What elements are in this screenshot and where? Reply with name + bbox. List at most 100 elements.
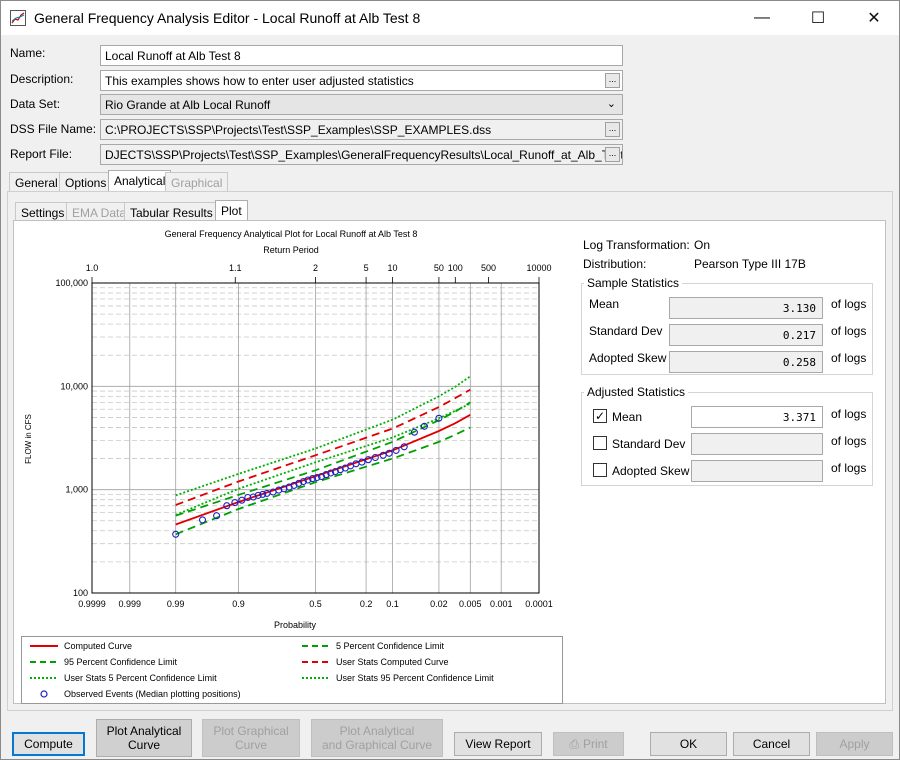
- distribution-label: Distribution:: [583, 257, 647, 271]
- adjusted-std-dev-checkbox[interactable]: [593, 436, 607, 450]
- ok-button[interactable]: OK: [650, 732, 727, 756]
- legend-5-percent-limit: 5 Percent Confidence Limit: [302, 641, 444, 651]
- legend-label: Observed Events (Median plotting positio…: [64, 689, 241, 699]
- title-bar[interactable]: General Frequency Analysis Editor - Loca…: [1, 1, 899, 35]
- y-axis-label: FLOW in CFS: [24, 414, 33, 464]
- dataset-label: Data Set:: [10, 97, 61, 111]
- frequency-chart[interactable]: General Frequency Analytical Plot for Lo…: [15, 223, 565, 635]
- button-line: Plot Graphical: [213, 724, 289, 738]
- description-browse-button[interactable]: ...: [605, 73, 620, 88]
- adjusted-skew-checkbox[interactable]: [593, 463, 607, 477]
- chevron-down-icon: ⌄: [606, 98, 616, 110]
- adjusted-mean-checkbox[interactable]: ✓: [593, 409, 607, 423]
- description-input[interactable]: This examples shows how to enter user ad…: [100, 70, 623, 91]
- legend-label: Computed Curve: [64, 641, 133, 651]
- minimize-icon: —: [754, 9, 770, 26]
- plot-analytical-graphical-button: Plot Analytical and Graphical Curve: [311, 719, 443, 757]
- adjusted-std-dev-units: of logs: [831, 434, 867, 448]
- return-period-tick-label: 5: [364, 263, 369, 273]
- tab-analytical[interactable]: Analytical: [108, 170, 172, 192]
- report-browse-button[interactable]: ...: [605, 147, 620, 162]
- return-period-tick-label: 1.1: [229, 263, 242, 273]
- dataset-value: Rio Grande at Alb Local Runoff: [105, 98, 271, 112]
- adjusted-skew-label: Adopted Skew: [612, 464, 690, 478]
- minimize-button[interactable]: —: [739, 1, 785, 35]
- legend-swatch: [30, 645, 58, 647]
- x-tick-label: 0.005: [459, 599, 482, 609]
- return-period-tick-label: 500: [481, 263, 496, 273]
- adjusted-mean-input[interactable]: 3.371: [691, 406, 823, 428]
- legend-swatch: [302, 645, 330, 647]
- series-line-3: [175, 426, 471, 536]
- x-tick-label: 0.2: [360, 599, 373, 609]
- dss-file-text: C:\PROJECTS\SSP\Projects\Test\SSP_Exampl…: [105, 123, 492, 137]
- log-transform-value: On: [694, 238, 711, 252]
- x-tick-label: 0.9999: [78, 599, 106, 609]
- x-tick-label: 0.9: [232, 599, 245, 609]
- plot-graphical-button: Plot Graphical Curve: [202, 719, 300, 757]
- adjusted-statistics-title: Adjusted Statistics: [584, 385, 689, 399]
- series-line-6: [175, 402, 471, 516]
- maximize-button[interactable]: ☐: [795, 1, 841, 35]
- x-tick-label: 0.001: [490, 599, 513, 609]
- report-file-input[interactable]: DJECTS\SSP\Projects\Test\SSP_Examples\Ge…: [100, 144, 623, 165]
- apply-button: Apply: [816, 732, 893, 756]
- adjusted-mean-label: Mean: [612, 410, 643, 424]
- button-line: Plot Analytical: [106, 724, 182, 738]
- dataset-select[interactable]: Rio Grande at Alb Local Runoff ⌄: [100, 94, 623, 115]
- tab-general[interactable]: General: [9, 172, 64, 192]
- mean-units: of logs: [831, 297, 867, 311]
- return-period-label: Return Period: [263, 245, 319, 255]
- button-line: Curve: [127, 738, 160, 752]
- print-label: Print: [582, 737, 608, 751]
- y-tick-label: 100,000: [55, 278, 88, 288]
- std-dev-label: Standard Dev: [589, 324, 663, 338]
- y-tick-label: 1,000: [65, 485, 88, 495]
- plot-analytical-button[interactable]: Plot Analytical Curve: [96, 719, 192, 757]
- x-tick-label: 0.99: [167, 599, 185, 609]
- std-dev-value: 0.217: [669, 324, 823, 346]
- y-tick-label: 10,000: [60, 381, 88, 391]
- subtab-plot[interactable]: Plot: [215, 200, 248, 222]
- legend-swatch: [30, 677, 58, 679]
- skew-label: Adopted Skew: [589, 351, 667, 365]
- legend-user-5-percent-limit: User Stats 5 Percent Confidence Limit: [30, 673, 217, 683]
- report-file-label: Report File:: [10, 147, 73, 161]
- std-dev-units: of logs: [831, 324, 867, 338]
- legend-label: User Stats 5 Percent Confidence Limit: [64, 673, 217, 683]
- observed-point: [198, 516, 207, 524]
- description-text: This examples shows how to enter user ad…: [105, 74, 414, 88]
- subtab-settings[interactable]: Settings: [15, 202, 71, 222]
- skew-units: of logs: [831, 351, 867, 365]
- dss-browse-button[interactable]: ...: [605, 122, 620, 137]
- legend-swatch: [302, 661, 330, 663]
- compute-button[interactable]: Compute: [12, 732, 85, 756]
- description-label: Description:: [10, 72, 74, 86]
- report-file-text: DJECTS\SSP\Projects\Test\SSP_Examples\Ge…: [105, 148, 623, 162]
- cancel-button[interactable]: Cancel: [733, 732, 810, 756]
- chart-legend: Computed Curve 5 Percent Confidence Limi…: [21, 636, 563, 704]
- return-period-tick-label: 1.0: [86, 263, 99, 273]
- legend-label: User Stats 95 Percent Confidence Limit: [336, 673, 494, 683]
- legend-label: 5 Percent Confidence Limit: [336, 641, 445, 651]
- x-tick-label: 0.5: [309, 599, 322, 609]
- dss-file-input[interactable]: C:\PROJECTS\SSP\Projects\Test\SSP_Exampl…: [100, 119, 623, 140]
- editor-window: General Frequency Analysis Editor - Loca…: [0, 0, 900, 760]
- skew-value: 0.258: [669, 351, 823, 373]
- name-input[interactable]: Local Runoff at Alb Test 8: [100, 45, 623, 66]
- adjusted-std-dev-input[interactable]: [691, 433, 823, 455]
- x-tick-label: 0.1: [386, 599, 399, 609]
- tab-graphical: Graphical: [165, 172, 229, 192]
- view-report-button[interactable]: View Report: [454, 732, 542, 756]
- tab-options[interactable]: Options: [59, 172, 113, 192]
- adjusted-std-dev-label: Standard Dev: [612, 437, 686, 451]
- legend-95-percent-limit: 95 Percent Confidence Limit: [30, 657, 177, 667]
- chart-title: General Frequency Analytical Plot for Lo…: [165, 229, 418, 239]
- legend-label: 95 Percent Confidence Limit: [64, 657, 178, 667]
- adjusted-skew-input[interactable]: [691, 460, 823, 482]
- printer-icon: ⎙: [569, 737, 579, 751]
- button-line: and Graphical Curve: [321, 738, 433, 752]
- subtab-tabular-results[interactable]: Tabular Results: [124, 202, 219, 222]
- legend-user-95-percent-limit: User Stats 95 Percent Confidence Limit: [302, 673, 494, 683]
- close-button[interactable]: ✕: [851, 1, 897, 35]
